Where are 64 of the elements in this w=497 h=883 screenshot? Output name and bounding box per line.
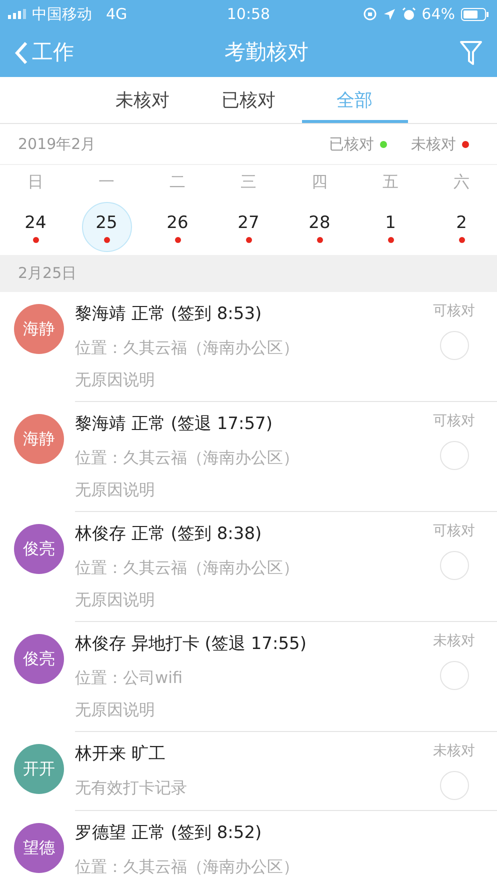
weekday-label: 四 [312, 172, 328, 191]
section-header: 2月25日 [18, 263, 77, 284]
alarm-icon [402, 7, 416, 21]
verify-status: 未核对 [433, 632, 475, 651]
verify-status: 可核对 [433, 412, 475, 431]
carrier-text: 中国移动 [32, 4, 92, 25]
verify-status: 未核对 [433, 742, 475, 761]
avatar: 开开 [14, 744, 64, 794]
avatar: 海静 [14, 304, 64, 354]
select-checkbox[interactable] [440, 661, 468, 690]
weekday-label: 一 [98, 172, 114, 191]
record-detail: 位置：久其云福（海南办公区） [75, 557, 300, 579]
weekday-label: 日 [28, 172, 44, 191]
weekday-label: 二 [170, 172, 186, 191]
rotation-lock-icon [362, 7, 377, 21]
calendar-day[interactable]: 26 [152, 202, 202, 252]
clock-time: 10:58 [226, 4, 270, 23]
record-title: 林俊存 正常 (签到 8:38) [75, 523, 263, 546]
record-detail: 无原因说明 [75, 589, 156, 611]
weekday-label: 三 [240, 172, 256, 191]
select-checkbox[interactable] [440, 771, 468, 800]
weekday-label: 六 [454, 172, 470, 191]
record-detail: 无原因说明 [75, 479, 156, 501]
avatar: 望德 [14, 823, 64, 873]
record-detail: 位置：久其云福（海南办公区） [75, 337, 300, 359]
legend-label: 未核对 [411, 134, 456, 155]
calendar-day[interactable]: 27 [224, 202, 274, 252]
record-title: 林开来 旷工 [75, 743, 166, 766]
record-detail: 位置：公司wifi [75, 667, 184, 689]
page-title: 考勤核对 [224, 40, 308, 64]
record-title: 黎海靖 正常 (签退 17:57) [75, 413, 274, 436]
verify-status: 可核对 [433, 302, 475, 321]
battery-percent: 64% [422, 4, 455, 25]
avatar: 俊亮 [14, 524, 64, 574]
battery-icon [461, 8, 489, 20]
tab[interactable]: 已核对 [196, 77, 302, 123]
calendar-day[interactable]: 25 [82, 202, 132, 252]
record-title: 黎海靖 正常 (签到 8:53) [75, 303, 263, 326]
record-title: 林俊存 异地打卡 (签退 17:55) [75, 633, 308, 656]
select-checkbox[interactable] [440, 551, 468, 580]
legend-label: 已核对 [329, 134, 374, 155]
location-icon [382, 8, 396, 20]
select-checkbox[interactable] [440, 441, 468, 470]
record-detail: 无有效打卡记录 [75, 777, 188, 799]
calendar-day[interactable]: 2 [436, 202, 486, 252]
filter-icon[interactable] [459, 40, 483, 66]
month-label: 2019年2月 [18, 134, 96, 155]
avatar: 俊亮 [14, 634, 64, 684]
select-checkbox[interactable] [440, 331, 468, 360]
calendar-day[interactable]: 28 [294, 202, 344, 252]
chevron-left-icon [14, 40, 28, 64]
verify-status: 可核对 [433, 522, 475, 541]
calendar-day[interactable]: 1 [366, 202, 416, 252]
avatar: 海静 [14, 414, 64, 464]
record-detail: 位置：久其云福（海南办公区） [75, 856, 300, 878]
signal-icon [8, 9, 26, 19]
record-detail: 无原因说明 [75, 699, 156, 721]
record-detail: 位置：久其云福（海南办公区） [75, 447, 300, 469]
record-detail: 无原因说明 [75, 369, 156, 391]
weekday-label: 五 [382, 172, 398, 191]
record-title: 罗德望 正常 (签到 8:52) [75, 822, 263, 845]
network-text: 4G [106, 4, 128, 25]
tab[interactable]: 未核对 [90, 77, 196, 123]
calendar-day[interactable]: 24 [10, 202, 60, 252]
